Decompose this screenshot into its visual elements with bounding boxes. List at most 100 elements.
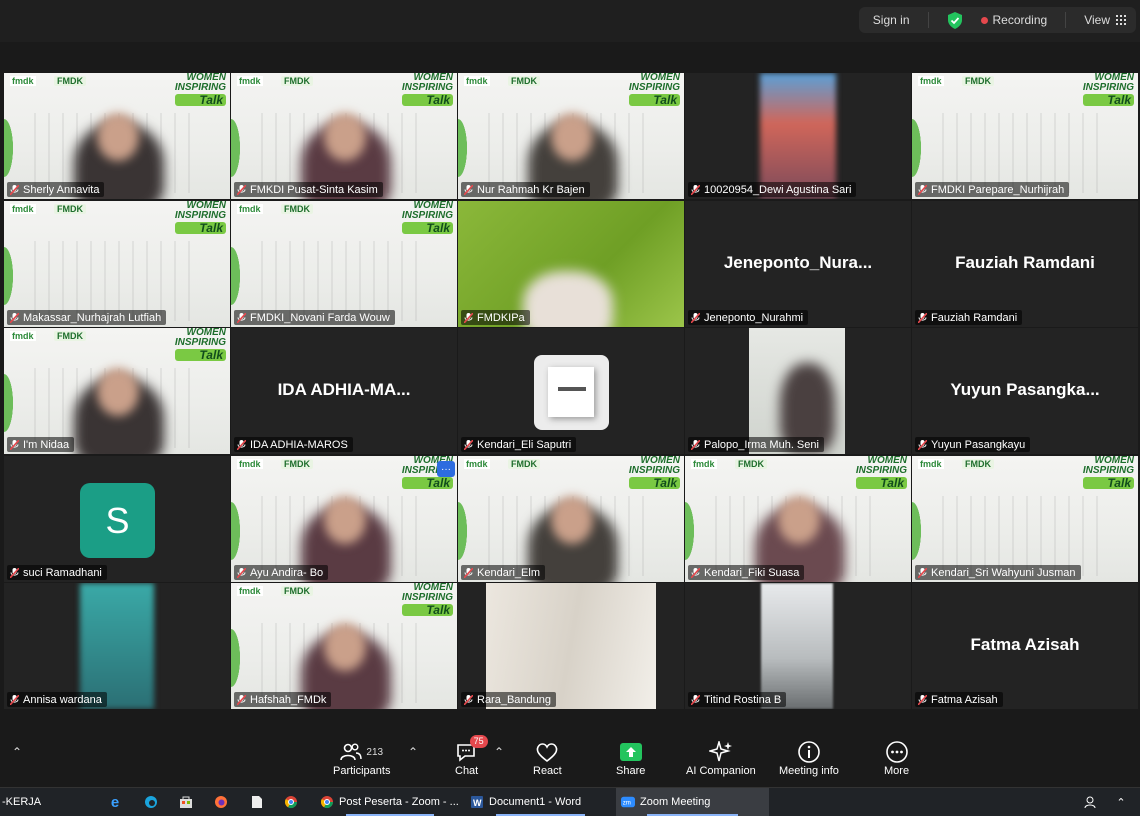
participant-name: Kendari_Elm [477,566,540,579]
participant-tile[interactable]: fmdk FMDK WOMEN INSPIRING Talk Makassar_Nurha… [4,201,230,327]
fmdk-badge-logo: FMDK [281,76,313,86]
participant-tile[interactable]: IDA ADHIA-MA... IDA ADHIA-MAROS [231,328,457,454]
fmdk-logo: fmdk [464,76,490,86]
recording-label: Recording [992,13,1048,27]
fmdk-logo: fmdk [464,459,490,469]
participant-name-label: FMDKI_Novani Farda Wouw [234,310,395,325]
fmdk-badge-logo: FMDK [735,459,767,469]
taskbar-edge[interactable] [144,788,158,816]
mic-muted-icon [690,438,701,451]
fmdk-logo: fmdk [237,204,263,214]
sign-in-button[interactable]: Sign in [873,13,910,27]
recording-indicator[interactable]: Recording [980,13,1048,27]
fmdk-logo: fmdk [10,204,36,214]
participant-tile[interactable]: 10020954_Dewi Agustina Sari [685,73,911,199]
divider [1065,12,1067,28]
participant-tile[interactable]: Rara_Bandung [458,583,684,709]
participant-face [778,496,820,544]
more-button[interactable]: More [884,739,909,777]
zoom-window-title: Zoom Meeting [640,796,711,808]
mic-muted-icon [917,566,928,579]
encryption-shield-icon[interactable] [947,11,963,29]
participant-tile[interactable]: Jeneponto_Nura... Jeneponto_Nurahmi [685,201,911,327]
taskbar-ie[interactable]: e [108,788,122,816]
view-button[interactable]: View [1084,13,1126,27]
chat-button[interactable]: 75 Chat [455,735,488,777]
participant-name: Kendari_Sri Wahyuni Jusman [931,566,1076,579]
participant-name-label: Jeneponto_Nurahmi [688,310,809,325]
chrome-icon [320,795,334,809]
participant-tile[interactable]: fmdk FMDK WOMEN INSPIRING Talk Kendari_Elm [458,456,684,582]
participant-name: FMDKIPa [477,311,525,324]
participant-tile[interactable]: fmdk FMDK WOMEN INSPIRING Talk I'm Nidaa [4,328,230,454]
mic-muted-icon [236,183,247,196]
participant-tile[interactable]: FMDKIPa [458,201,684,327]
taskbar-zoom-window[interactable]: zm Zoom Meeting [616,788,769,816]
participants-options-chevron-icon[interactable]: ⌃ [408,745,418,759]
participant-name: Rara_Bandung [477,693,552,706]
participant-tile[interactable]: fmdk FMDK WOMEN INSPIRING Talk Hafshah_FMDk [231,583,457,709]
tile-options-button[interactable]: ··· [437,461,455,477]
participant-face [551,496,593,544]
participant-video [760,73,836,199]
participant-tile[interactable]: Annisa wardana [4,583,230,709]
participant-tile[interactable]: fmdk FMDK WOMEN INSPIRING Talk FMDKI Parepare… [912,73,1138,199]
chevron-up-icon[interactable]: ⌃ [12,745,22,759]
mic-muted-icon [236,566,247,579]
edge-icon [144,795,158,809]
fmdk-badge-logo: FMDK [281,586,313,596]
participant-name-label: Rara_Bandung [461,692,557,707]
meeting-info-button[interactable]: Meeting info [779,739,839,777]
participant-tile[interactable]: fmdk FMDK WOMEN INSPIRING Talk Kendari_Sri Wa… [912,456,1138,582]
participant-tile[interactable]: fmdk FMDK WOMEN INSPIRING Talk ··· Ayu Andira-… [231,456,457,582]
participant-display-name: Fatma Azisah [970,635,1080,654]
participants-button[interactable]: 213 Participants [333,739,390,777]
participant-name-label: 10020954_Dewi Agustina Sari [688,182,857,197]
taskbar-people[interactable] [1084,788,1098,816]
women-inspiring-talk-logo: WOMEN INSPIRING Talk [1082,73,1134,107]
taskbar-chrome[interactable] [284,788,298,816]
heart-icon [537,743,558,763]
taskbar-tray-chevron[interactable]: ⌃ [1114,788,1128,816]
participant-tile[interactable]: Ssuci Ramadhani [4,456,230,582]
taskbar-firefox[interactable] [214,788,228,816]
taskbar-chrome-window[interactable]: Post Peserta - Zoom - ... [316,788,464,816]
participant-name-label: Makassar_Nurhajrah Lutfiah [7,310,167,325]
mic-muted-icon [9,438,20,451]
participant-tile[interactable]: fmdk FMDK WOMEN INSPIRING Talk FMKDI Pusat-Si… [231,73,457,199]
mic-muted-icon [463,311,474,324]
participant-video [523,271,613,327]
mic-muted-icon [236,438,247,451]
participant-tile[interactable]: Fauziah Ramdani Fauziah Ramdani [912,201,1138,327]
participant-name-label: FMKDI Pusat-Sinta Kasim [234,182,383,197]
participant-name-label: Kendari_Sri Wahyuni Jusman [915,565,1081,580]
participant-tile[interactable]: fmdk FMDK WOMEN INSPIRING Talk Kendari_Fiki S… [685,456,911,582]
internet-explorer-icon: e [110,793,120,811]
participant-name: FMKDI Pusat-Sinta Kasim [250,183,378,196]
participant-video [80,583,154,709]
women-inspiring-talk-logo: WOMEN INSPIRING Talk [401,73,453,107]
participant-name: Jeneponto_Nurahmi [704,311,804,324]
taskbar-file[interactable] [250,788,264,816]
women-inspiring-talk-logo: WOMEN INSPIRING Talk [628,456,680,490]
share-button[interactable]: Share [616,739,645,777]
participant-name: suci Ramadhani [23,566,102,579]
participant-tile[interactable]: fmdk FMDK WOMEN INSPIRING Talk Nur Rahmah Kr … [458,73,684,199]
taskbar-window-kerja[interactable]: -KERJA [2,788,41,816]
ai-companion-button[interactable]: AI Companion [686,739,756,777]
participant-tile[interactable]: Fatma Azisah Fatma Azisah [912,583,1138,709]
participant-tile[interactable]: Titind Rostina B [685,583,911,709]
react-button[interactable]: React [533,739,562,777]
participant-display-name: Fauziah Ramdani [955,253,1095,272]
participant-video [486,583,656,709]
taskbar-store[interactable] [179,788,193,816]
participant-tile[interactable]: fmdk FMDK WOMEN INSPIRING Talk Sherly Annavit… [4,73,230,199]
participant-tile[interactable]: fmdk FMDK WOMEN INSPIRING Talk FMDKI_Novani F… [231,201,457,327]
firefox-icon [214,795,228,809]
chat-options-chevron-icon[interactable]: ⌃ [494,745,504,759]
participant-tile[interactable]: Palopo_Irma Muh. Seni [685,328,911,454]
participant-tile[interactable]: Kendari_Eli Saputri [458,328,684,454]
women-inspiring-talk-logo: WOMEN INSPIRING Talk [1082,456,1134,490]
participant-tile[interactable]: Yuyun Pasangka... Yuyun Pasangkayu [912,328,1138,454]
taskbar-word-window[interactable]: W Document1 - Word [466,788,615,816]
